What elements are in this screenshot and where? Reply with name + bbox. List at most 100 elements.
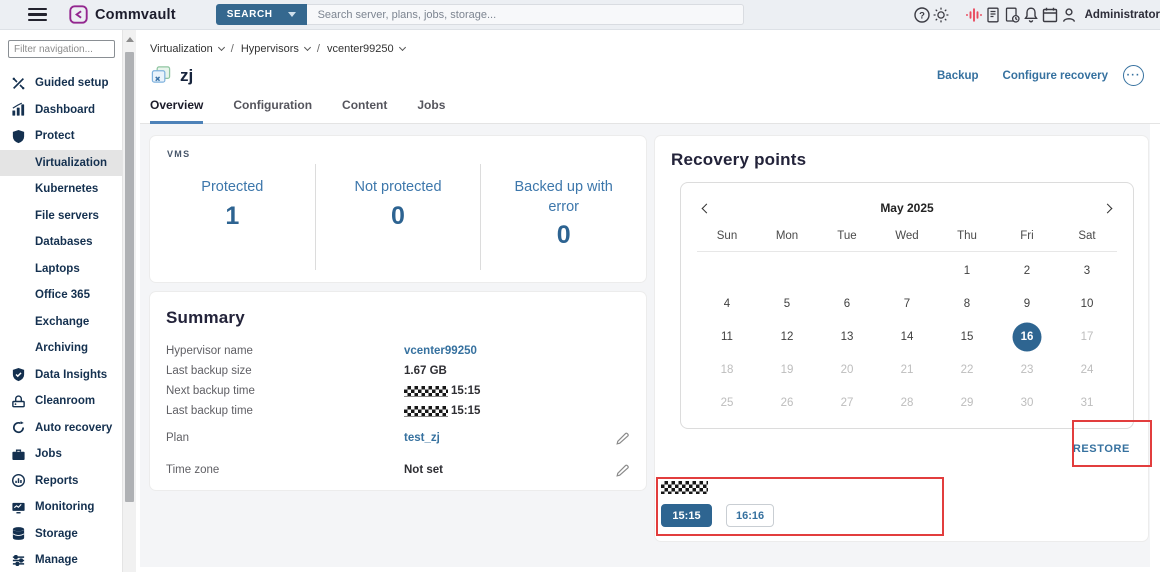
calendar-day-11[interactable]: 11: [697, 320, 757, 353]
summary-card: Summary Hypervisor namevcenter99250Last …: [150, 292, 646, 490]
summary-row-value: Not set: [404, 464, 443, 476]
filter-navigation-input[interactable]: [8, 40, 115, 58]
sidebar-item-kubernetes[interactable]: Kubernetes: [0, 176, 122, 203]
summary-row-plan: Plantest_zj: [166, 428, 630, 448]
menu-icon[interactable]: [28, 8, 47, 21]
sidebar-item-storage[interactable]: Storage: [0, 521, 122, 548]
breadcrumb-item-vcenter99250[interactable]: vcenter99250: [327, 43, 405, 55]
next-month-button[interactable]: [1098, 198, 1117, 217]
sidebar-item-label: Protect: [35, 130, 75, 142]
brand[interactable]: Commvault: [69, 5, 176, 24]
breadcrumb-item-hypervisors[interactable]: Hypervisors: [241, 43, 310, 55]
content-area: VMS Protected1Not protected0Backed up wi…: [140, 124, 1150, 567]
calendar-day-6[interactable]: 6: [817, 287, 877, 320]
user-icon[interactable]: [1060, 6, 1078, 24]
metrics-icon[interactable]: [965, 6, 983, 24]
calendar-day-15[interactable]: 15: [937, 320, 997, 353]
calendar-day-empty: [757, 254, 817, 287]
sidebar-scrollbar[interactable]: [122, 30, 136, 572]
calendar-dayname: Wed: [877, 230, 937, 242]
calendar-day-5[interactable]: 5: [757, 287, 817, 320]
sidebar-item-auto-recovery[interactable]: Auto recovery: [0, 415, 122, 442]
summary-row-label: Hypervisor name: [166, 345, 404, 357]
summary-row-time-zone: Time zoneNot set: [166, 460, 630, 480]
sidebar-item-label: Virtualization: [35, 157, 107, 169]
sidebar-item-manage[interactable]: Manage: [0, 547, 122, 574]
summary-row-label: Plan: [166, 432, 404, 444]
help-icon[interactable]: ?: [913, 6, 931, 24]
calendar-day-12[interactable]: 12: [757, 320, 817, 353]
report-icon[interactable]: [984, 6, 1002, 24]
sidebar-item-guided-setup[interactable]: Guided setup: [0, 70, 122, 97]
time-button-16-16[interactable]: 16:16: [726, 504, 774, 527]
backup-button[interactable]: Backup: [937, 70, 979, 82]
vms-stat-value: 1: [225, 202, 239, 231]
sidebar-scrollbar-thumb[interactable]: [125, 52, 134, 502]
tab-content[interactable]: Content: [342, 98, 387, 124]
calendar-dayname: Mon: [757, 230, 817, 242]
calendar-day-26: 26: [757, 386, 817, 419]
calendar-day-7[interactable]: 7: [877, 287, 937, 320]
calendar-day-14[interactable]: 14: [877, 320, 937, 353]
calendar-day-13[interactable]: 13: [817, 320, 877, 353]
calendar-day-18: 18: [697, 353, 757, 386]
sidebar-item-reports[interactable]: Reports: [0, 468, 122, 495]
sidebar-item-jobs[interactable]: Jobs: [0, 441, 122, 468]
sidebar-item-virtualization[interactable]: Virtualization: [0, 150, 122, 177]
reports-icon: [11, 473, 26, 488]
edit-plan-button[interactable]: [615, 431, 630, 446]
sidebar-item-office-365[interactable]: Office 365: [0, 282, 122, 309]
calendar-day-16[interactable]: 16: [997, 320, 1057, 353]
tab-jobs[interactable]: Jobs: [417, 98, 445, 124]
topbar-right: ? Administrator: [913, 6, 1160, 24]
calendar-day-23: 23: [997, 353, 1057, 386]
global-search-input[interactable]: [307, 4, 744, 25]
sidebar-item-protect[interactable]: Protect: [0, 123, 122, 150]
time-button-15-15[interactable]: 15:15: [661, 504, 712, 527]
edit-time-zone-button[interactable]: [615, 463, 630, 478]
calendar-day-4[interactable]: 4: [697, 287, 757, 320]
breadcrumb-separator: /: [231, 43, 234, 55]
calendar-dayname: Tue: [817, 230, 877, 242]
sidebar-item-dashboard[interactable]: Dashboard: [0, 97, 122, 124]
sidebar-item-file-servers[interactable]: File servers: [0, 203, 122, 230]
prev-month-button[interactable]: [697, 198, 716, 217]
calendar-header: May 2025: [697, 198, 1117, 217]
tab-configuration[interactable]: Configuration: [233, 98, 312, 124]
sidebar-item-label: Kubernetes: [35, 183, 98, 195]
summary-row-value: 15:15: [404, 385, 480, 397]
sidebar-item-cleanroom[interactable]: Cleanroom: [0, 388, 122, 415]
vms-stat-label: Not protected: [354, 178, 441, 198]
calendar-day-10[interactable]: 10: [1057, 287, 1117, 320]
user-menu[interactable]: Administrator: [1085, 9, 1160, 21]
shield-check-icon: [11, 367, 26, 382]
title-row: zj BackupConfigure recovery: [150, 65, 1144, 86]
chevron-left-icon: [702, 204, 712, 214]
calendar-day-8[interactable]: 8: [937, 287, 997, 320]
calendar-day-9[interactable]: 9: [997, 287, 1057, 320]
sidebar-item-databases[interactable]: Databases: [0, 229, 122, 256]
sidebar-item-laptops[interactable]: Laptops: [0, 256, 122, 283]
vms-stat-protected: Protected1: [150, 164, 315, 270]
summary-row-value[interactable]: vcenter99250: [404, 345, 477, 357]
calendar-day-2[interactable]: 2: [997, 254, 1057, 287]
configure-recovery-button[interactable]: Configure recovery: [1003, 70, 1108, 82]
summary-row-value[interactable]: test_zj: [404, 432, 440, 444]
calendar-day-1[interactable]: 1: [937, 254, 997, 287]
events-icon[interactable]: [1041, 6, 1059, 24]
recovery-times: 15:15 16:16: [661, 481, 774, 527]
breadcrumb-item-virtualization[interactable]: Virtualization: [150, 43, 224, 55]
more-actions-button[interactable]: [1123, 65, 1144, 86]
theme-icon[interactable]: [932, 6, 950, 24]
tab-overview[interactable]: Overview: [150, 98, 203, 124]
calendar-day-3[interactable]: 3: [1057, 254, 1117, 287]
search-dropdown-button[interactable]: SEARCH: [216, 4, 307, 25]
document-clock-icon[interactable]: [1003, 6, 1021, 24]
restore-button[interactable]: RESTORE: [1073, 443, 1130, 455]
sidebar-item-archiving[interactable]: Archiving: [0, 335, 122, 362]
sidebar-item-data-insights[interactable]: Data Insights: [0, 362, 122, 389]
sidebar-item-exchange[interactable]: Exchange: [0, 309, 122, 336]
notifications-icon[interactable]: [1022, 6, 1040, 24]
sidebar-item-monitoring[interactable]: Monitoring: [0, 494, 122, 521]
sidebar-item-label: Dashboard: [35, 104, 95, 116]
